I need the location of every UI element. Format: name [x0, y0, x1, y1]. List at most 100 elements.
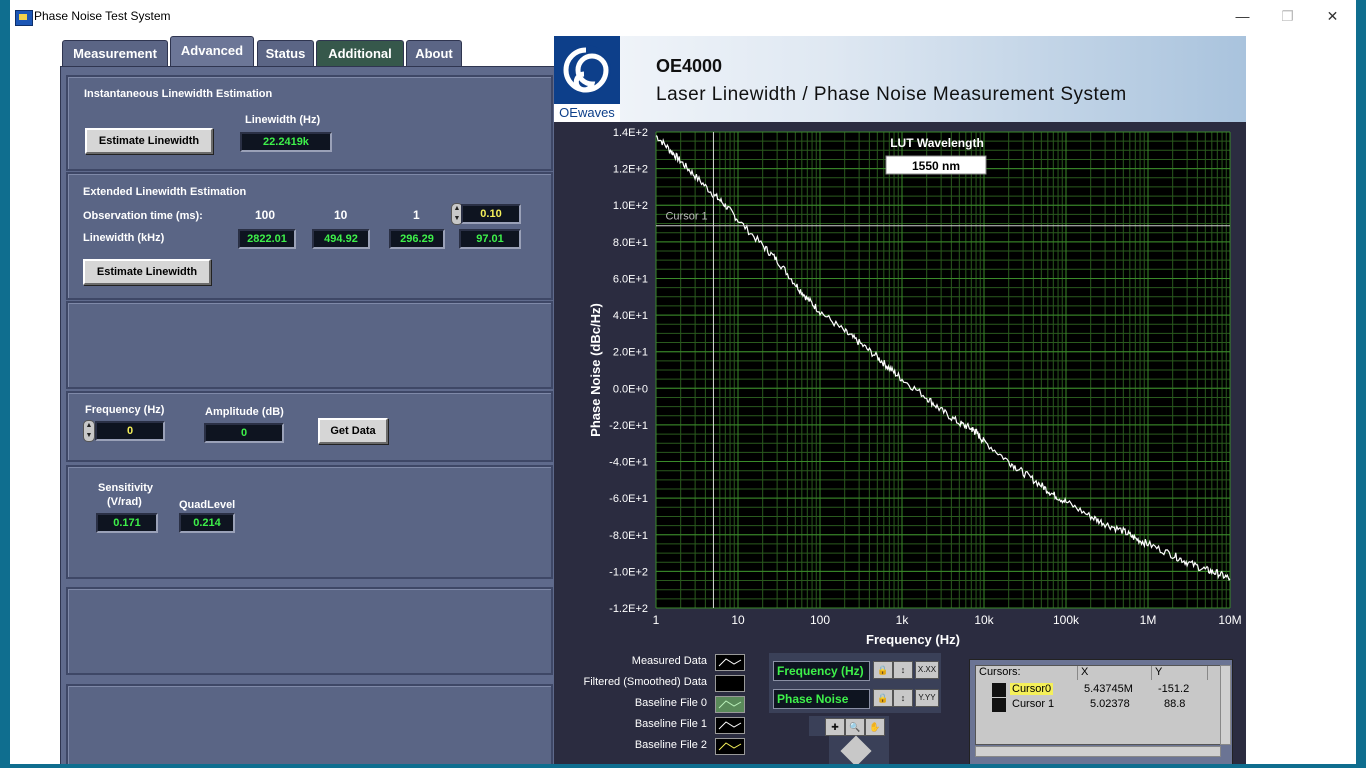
horizontal-scrollbar[interactable]: [975, 746, 1221, 757]
legend-label: Baseline File 0: [634, 697, 707, 709]
close-button[interactable]: ✕: [1310, 0, 1355, 33]
graph-palette: ✚ 🔍 ✋: [809, 716, 889, 736]
y-tick-label: 6.0E+1: [613, 273, 648, 285]
y-tick-label: 1.2E+2: [613, 164, 648, 176]
cursor-mover: [829, 735, 889, 764]
y-tick-label: 2.0E+1: [613, 347, 648, 359]
cursor-x-value: 5.43745M: [1084, 683, 1133, 695]
legend-label: Measured Data: [631, 655, 707, 667]
legend-swatch-icon: [715, 654, 745, 671]
obs-time-10: 10: [334, 208, 348, 222]
x-format-button[interactable]: X.XX: [915, 661, 939, 679]
linewidth-khz-label: Linewidth (kHz): [83, 232, 165, 244]
cursor-diamond-icon[interactable]: [840, 735, 872, 764]
sensitivity-unit-label: (V/rad): [107, 496, 142, 508]
x-tick-label: 10k: [974, 613, 994, 627]
vertical-scrollbar[interactable]: [1220, 665, 1231, 745]
cursor-name[interactable]: Cursor 1: [1012, 698, 1054, 710]
obs-time-1: 1: [413, 208, 420, 222]
hand-icon[interactable]: ✋: [865, 718, 885, 736]
oewaves-logo: OEwaves: [554, 36, 620, 122]
cursor-header: Cursors:: [976, 666, 1078, 680]
maximize-button[interactable]: ❐: [1265, 0, 1310, 33]
minimize-button[interactable]: —: [1220, 0, 1265, 33]
tab-additional[interactable]: Additional: [316, 40, 404, 67]
legend-label: Baseline File 1: [634, 718, 707, 730]
lock-icon[interactable]: 🔒: [873, 661, 893, 679]
observation-time-label: Observation time (ms):: [83, 210, 203, 222]
legend-item[interactable]: Baseline File 2: [567, 737, 747, 756]
frequency-spinner[interactable]: ▲ ▼: [83, 420, 95, 442]
estimate-linewidth-extended-button[interactable]: Estimate Linewidth: [83, 259, 211, 285]
tab-measurement[interactable]: Measurement: [62, 40, 168, 67]
cursor-crosshair-icon[interactable]: [992, 698, 1006, 712]
linewidth-1ms-indicator: 296.29: [389, 229, 445, 249]
cursor-name[interactable]: Cursor0: [1010, 683, 1054, 695]
chart-svg: 1 10 100 1k 10k 100k 1M 10M 1.4E+2 1.2E+2 1.0E+2 8.…: [588, 127, 1242, 647]
crosshair-icon[interactable]: ✚: [825, 718, 845, 736]
y-tick-label: 0.0E+0: [613, 383, 648, 395]
y-tick-label: -2.0E+1: [609, 420, 648, 432]
plot-legend: Measured Data Filtered (Smoothed) Data B…: [567, 653, 747, 758]
tab-about[interactable]: About: [406, 40, 462, 67]
lut-wavelength-label: LUT Wavelength: [890, 136, 984, 150]
cursor-table: Cursors: X Y Cursor0 5.43745M -151.2 Cur…: [975, 665, 1221, 745]
y-scale-name: Phase Noise: [773, 689, 870, 709]
cursor-y-value: -151.2: [1158, 683, 1190, 695]
window-title: Phase Noise Test System: [34, 9, 171, 23]
empty-section-3: [66, 684, 553, 764]
legend-item[interactable]: Measured Data: [567, 653, 747, 672]
cursor-crosshair-icon[interactable]: [992, 683, 1006, 697]
legend-item[interactable]: Baseline File 0: [567, 695, 747, 714]
y-tick-label: -8.0E+1: [609, 530, 648, 542]
quadlevel-indicator: 0.214: [179, 513, 235, 533]
phase-noise-chart[interactable]: 1 10 100 1k 10k 100k 1M 10M 1.4E+2 1.2E+2 1.0E+2 8.…: [554, 122, 1246, 650]
get-data-button[interactable]: Get Data: [318, 418, 388, 444]
y-tick-label: -1.2E+2: [609, 603, 648, 615]
amplitude-db-label: Amplitude (dB): [205, 406, 284, 418]
x-scale-name: Frequency (Hz): [773, 661, 870, 681]
frequency-hz-input[interactable]: 0: [95, 421, 165, 441]
lut-wavelength-value: 1550 nm: [912, 159, 960, 173]
x-tick-label: 100k: [1053, 613, 1080, 627]
sensitivity-indicator: 0.171: [96, 513, 158, 533]
estimate-linewidth-button[interactable]: Estimate Linewidth: [85, 128, 213, 154]
measurement-display-panel: OEwaves OE4000 Laser Linewidth / Phase N…: [554, 36, 1246, 764]
x-tick-label: 1M: [1140, 613, 1157, 627]
autoscale-y-icon[interactable]: ↕: [893, 689, 913, 707]
obs-time-100: 100: [255, 208, 276, 222]
y-tick-label: 8.0E+1: [613, 237, 648, 249]
sensitivity-section: Sensitivity (V/rad) 0.171 QuadLevel 0.21…: [66, 465, 553, 579]
instantaneous-linewidth-section: Instantaneous Linewidth Estimation Estim…: [66, 75, 553, 171]
advanced-tab-panel: Instantaneous Linewidth Estimation Estim…: [60, 66, 557, 764]
y-tick-label: 1.4E+2: [613, 127, 648, 139]
amplitude-db-indicator: 0: [204, 423, 284, 443]
logo-text: OEwaves: [554, 104, 620, 122]
legend-label: Filtered (Smoothed) Data: [583, 676, 708, 688]
product-title: OE4000: [656, 56, 723, 76]
legend-item[interactable]: Baseline File 1: [567, 716, 747, 735]
tab-advanced[interactable]: Advanced: [170, 36, 254, 67]
legend-item[interactable]: Filtered (Smoothed) Data: [567, 674, 747, 693]
linewidth-hz-label: Linewidth (Hz): [245, 114, 321, 126]
zoom-icon[interactable]: 🔍: [845, 718, 865, 736]
section-title: Instantaneous Linewidth Estimation: [84, 88, 273, 100]
linewidth-100ms-indicator: 2822.01: [238, 229, 296, 249]
tab-status[interactable]: Status: [257, 40, 314, 67]
lock-icon[interactable]: 🔒: [873, 689, 893, 707]
get-data-section: Frequency (Hz) ▲ ▼ 0 Amplitude (dB) 0 Get…: [66, 391, 553, 462]
cursor-x-value: 5.02378: [1090, 698, 1130, 710]
y-format-button[interactable]: Y.YY: [915, 689, 939, 707]
scale-legend: Frequency (Hz) 🔒 ↕ X.XX Phase Noise 🔒 ↕ …: [769, 653, 941, 713]
legend-label: Baseline File 2: [634, 739, 707, 751]
x-tick-label: 1k: [896, 613, 910, 627]
autoscale-x-icon[interactable]: ↕: [893, 661, 913, 679]
app-window: Phase Noise Test System — ❐ ✕ Measuremen…: [10, 0, 1356, 764]
tab-strip: Measurement Advanced Status Additional A…: [60, 36, 555, 67]
y-tick-label: -6.0E+1: [609, 493, 648, 505]
x-axis-label: Frequency (Hz): [866, 632, 960, 647]
obs-time-custom-input[interactable]: 0.10: [461, 204, 521, 224]
x-header: X: [1078, 666, 1152, 680]
legend-swatch-icon: [715, 738, 745, 755]
y-tick-label: 4.0E+1: [613, 310, 648, 322]
